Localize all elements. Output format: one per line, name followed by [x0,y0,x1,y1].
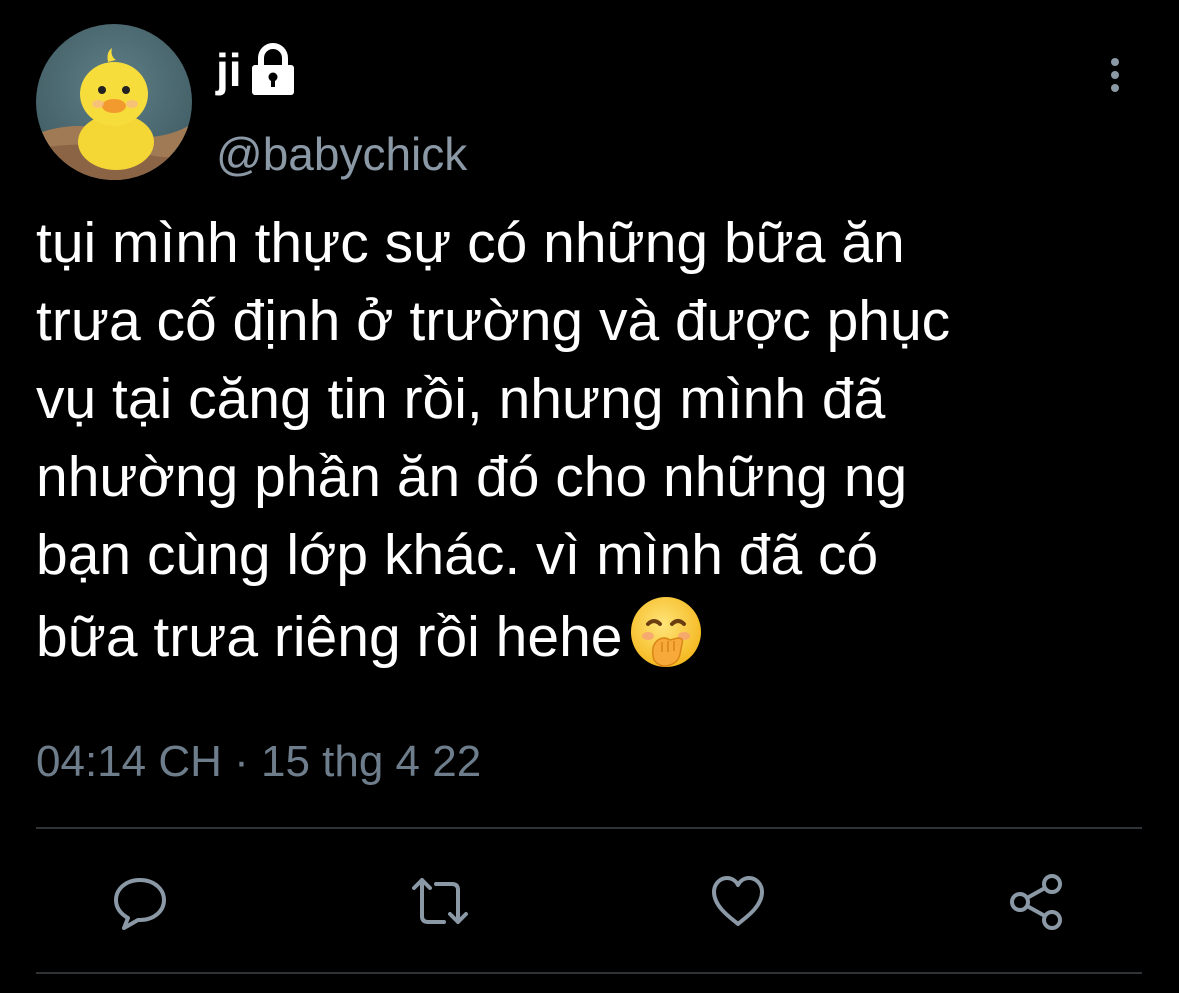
face-with-hand-over-mouth-icon [628,594,704,670]
more-vertical-icon[interactable] [1100,55,1130,97]
tweet-text: tụi mình thực sự có những bữa ăn trưa cố… [36,204,1126,676]
duck-avatar-image [36,24,192,180]
tweet-timestamp[interactable]: 04:14 CH · 15 thg 4 22 [36,732,481,792]
divider [36,972,1142,974]
retweet-button[interactable] [408,870,472,934]
like-button[interactable] [706,870,770,934]
divider [36,827,1142,829]
share-icon [1010,874,1062,930]
reply-icon [114,878,166,930]
display-name[interactable]: ji [216,40,242,100]
author-name-row: ji [216,40,298,100]
lock-icon [248,43,298,97]
share-button[interactable] [1004,870,1068,934]
reply-button[interactable] [108,870,172,934]
heart-icon [712,876,764,926]
tweet-body: tụi mình thực sự có những bữa ăn trưa cố… [36,211,951,669]
avatar[interactable] [36,24,192,180]
retweet-icon [412,878,468,924]
author-handle[interactable]: @babychick [216,124,467,184]
